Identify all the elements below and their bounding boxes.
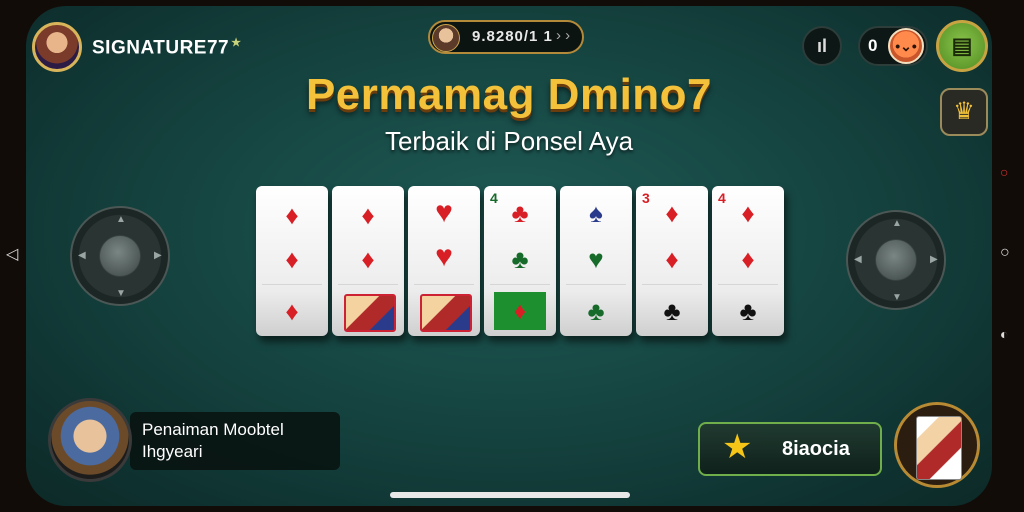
arrow-left-icon: ◀ <box>78 250 86 261</box>
tile-symbol: ♦ <box>285 244 299 274</box>
arrow-down-icon: ▼ <box>892 292 902 303</box>
home-indicator[interactable] <box>390 492 630 498</box>
player-subtitle: Ihgyeari <box>142 442 203 461</box>
right-joystick[interactable]: ▲ ▼ ◀ ▶ <box>846 210 946 310</box>
star-icon: ★ <box>722 428 753 466</box>
coin-arrows-icon: › › <box>556 27 571 44</box>
arrow-up-icon: ▲ <box>892 218 902 229</box>
emoji-button[interactable]: •⌄• <box>888 28 924 64</box>
tile-symbol: ♦ <box>741 198 755 228</box>
domino-tile-5[interactable]: ♠ ♥ ♣ <box>560 186 632 336</box>
tile-symbol: ♣ <box>663 296 681 326</box>
notification-count: 0 <box>868 36 878 55</box>
back-nav-icon[interactable]: ◁ <box>6 244 18 264</box>
menu-grid-icon: ▤ <box>951 33 973 58</box>
tile-symbol: ♦ <box>665 198 679 228</box>
game-subtitle: Terbaik di Ponsel Aya <box>384 126 634 156</box>
tile-divider <box>490 284 550 285</box>
tile-symbol: ♦ <box>361 200 375 230</box>
bar-chart-icon: ıl <box>816 35 827 56</box>
green-card-block: ♦ <box>494 292 546 330</box>
domino-tile-2[interactable]: ♦ ♦ <box>332 186 404 336</box>
player-avatar[interactable] <box>48 398 132 482</box>
username: SIGNATURE77 ★ <box>92 37 242 59</box>
arrow-down-icon: ▼ <box>116 288 126 299</box>
card-deck-icon <box>916 416 962 480</box>
domino-tile-1[interactable]: ♦ ♦ ♦ <box>256 186 328 336</box>
tile-divider <box>338 284 398 285</box>
face-card-image <box>420 294 472 332</box>
domino-tile-4[interactable]: 4 ♣ ♣ ♦ <box>484 186 556 336</box>
face-card-image <box>344 294 396 332</box>
arrow-up-icon: ▲ <box>116 214 126 225</box>
tile-divider <box>642 284 702 285</box>
tile-symbol: ♣ <box>511 198 529 228</box>
tile-symbol: ♣ <box>739 296 757 326</box>
arrow-right-icon: ▶ <box>930 254 938 265</box>
joystick-knob[interactable] <box>100 236 140 276</box>
tile-symbol: ♥ <box>435 240 453 273</box>
domino-tile-6[interactable]: 3 ♦ ♦ ♣ <box>636 186 708 336</box>
domino-tile-3[interactable]: ♥ ♥ <box>408 186 480 336</box>
coin-avatar-icon <box>432 24 460 52</box>
tile-symbol: ♥ <box>435 196 453 229</box>
domino-tile-7[interactable]: 4 ♦ ♦ ♣ <box>712 186 784 336</box>
tile-symbol: ♦ <box>361 244 375 274</box>
arrow-left-icon: ◀ <box>854 254 862 265</box>
coin-value: 9.8280/1 1 <box>472 28 553 45</box>
tile-symbol: ♣ <box>511 244 529 274</box>
tile-divider <box>262 284 322 285</box>
tile-symbol: ♦ <box>741 244 755 274</box>
tile-symbol: ♦ <box>285 296 299 326</box>
star-button-label: 8iaocia <box>782 438 850 460</box>
tile-symbol: ♣ <box>587 296 605 326</box>
game-screen: SIGNATURE77 ★ 9.8280/1 1 › › ıl 0 •⌄• ▤ ♛… <box>26 6 992 506</box>
profile-avatar[interactable] <box>32 22 82 72</box>
tile-symbol: ♠ <box>589 198 603 228</box>
tile-divider <box>414 284 474 285</box>
menu-button[interactable]: ▤ <box>936 20 988 72</box>
tile-symbol: ♦ <box>285 200 299 230</box>
tile-symbol: ♥ <box>588 244 604 274</box>
arrow-right-icon: ▶ <box>154 250 162 261</box>
home-nav-icon[interactable]: ○ <box>1000 244 1010 262</box>
left-joystick[interactable]: ▲ ▼ ◀ ▶ <box>70 206 170 306</box>
tile-symbol: ♦ <box>665 244 679 274</box>
player-name: Penaiman Moobtel <box>142 420 284 439</box>
device-frame: SIGNATURE77 ★ 9.8280/1 1 › › ıl 0 •⌄• ▤ ♛… <box>0 0 1024 512</box>
recent-apps-icon[interactable]: ◐ <box>1000 326 1008 342</box>
joystick-knob[interactable] <box>876 240 916 280</box>
game-title: Permamag Dmino7 <box>305 70 713 119</box>
stats-button[interactable]: ıl <box>802 26 842 66</box>
tile-divider <box>718 284 778 285</box>
tile-divider <box>566 284 626 285</box>
record-icon[interactable]: ○ <box>1000 164 1008 180</box>
